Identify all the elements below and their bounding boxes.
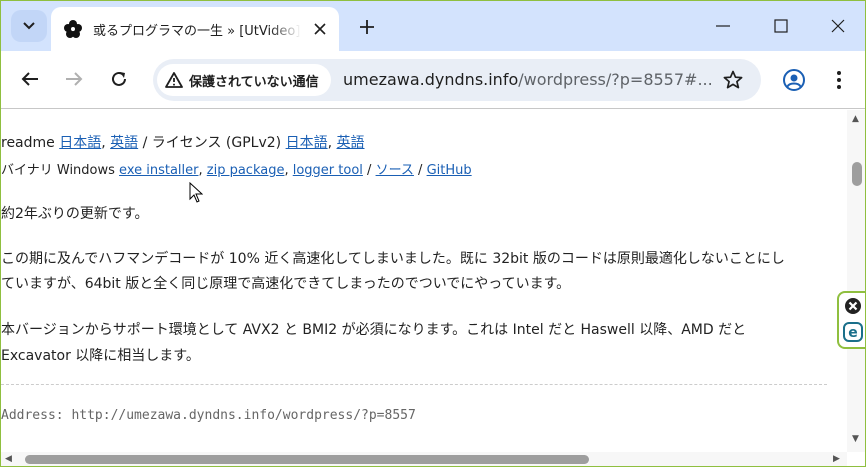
divider (1, 384, 827, 385)
readme-label: readme (1, 135, 60, 151)
url-text[interactable]: umezawa.dyndns.info/wordpress/?p=8557#..… (343, 70, 713, 89)
browser-window: 或るプログラマの一生 » [UtVideo] Ut Video Codec Su… (0, 0, 866, 467)
zip-package-link[interactable]: zip package (207, 163, 285, 178)
reload-icon (112, 71, 126, 86)
plus-icon (360, 20, 374, 34)
horizontal-scroll-thumb[interactable] (25, 455, 589, 464)
more-vert-icon (837, 71, 841, 89)
account-icon (783, 69, 805, 91)
separator: / (362, 163, 376, 178)
vertical-scroll-thumb[interactable] (852, 162, 862, 186)
new-tab-button[interactable] (353, 13, 381, 41)
paragraph-3-line-2: Excavator 以降に相当します。 (1, 348, 200, 364)
paragraph-2-line-2: ていますが、64bit 版と全く同じ原理で高速化できてしまったのでついでにやって… (1, 276, 571, 292)
active-tab[interactable]: 或るプログラマの一生 » [UtVideo] Ut Video Codec Su… (51, 7, 339, 51)
separator: , (327, 135, 337, 151)
paragraph-3-line-1: 本バージョンからサポート環境として AVX2 と BMI2 が必須になります。こ… (1, 322, 747, 338)
close-icon (314, 23, 326, 35)
binary-label: バイナリ Windows (1, 163, 120, 178)
extension-widget[interactable]: e (837, 291, 865, 349)
source-link[interactable]: ソース (376, 163, 414, 178)
tab-title: 或るプログラマの一生 » [UtVideo] Ut Video Codec Su… (93, 24, 301, 38)
profile-button[interactable] (780, 66, 808, 94)
mouse-cursor-icon (189, 182, 203, 203)
close-circle-icon[interactable] (844, 297, 862, 315)
tab-search-button[interactable] (11, 10, 47, 42)
separator: / (413, 163, 427, 178)
minimize-icon (716, 25, 730, 27)
readme-line: readme 日本語, 英語 / ライセンス (GPLv2) 日本語, 英語 (1, 132, 365, 152)
page-content: readme 日本語, 英語 / ライセンス (GPLv2) 日本語, 英語 バ… (1, 110, 847, 452)
bookmark-button[interactable] (721, 68, 745, 92)
vertical-scrollbar[interactable]: ▲ ▼ (847, 110, 865, 452)
exe-installer-link[interactable]: exe installer (119, 163, 198, 178)
security-chip[interactable]: 保護されていない通信 (157, 64, 331, 96)
readme-en-link[interactable]: 英語 (110, 135, 138, 151)
scroll-left-icon[interactable]: ◀ (5, 454, 12, 464)
license-label: / ライセンス (GPLv2) (138, 135, 286, 151)
reload-button[interactable] (104, 64, 134, 94)
tab-close-button[interactable] (309, 18, 331, 40)
maximize-button[interactable] (766, 11, 796, 41)
maximize-icon (774, 19, 788, 33)
address-bar[interactable]: 保護されていない通信 umezawa.dyndns.info/wordpress… (153, 59, 761, 101)
tab-strip: 或るプログラマの一生 » [UtVideo] Ut Video Codec Su… (1, 1, 865, 51)
star-icon (723, 70, 743, 89)
arrow-left-icon (21, 72, 38, 86)
address-text: Address: http://umezawa.dyndns.info/word… (1, 408, 416, 423)
scroll-up-icon[interactable]: ▲ (852, 114, 859, 124)
minimize-button[interactable] (708, 11, 738, 41)
warning-icon (165, 72, 183, 88)
scroll-down-icon[interactable]: ▼ (852, 434, 859, 444)
horizontal-scrollbar[interactable]: ◀ ▶ (1, 452, 847, 466)
window-close-button[interactable] (823, 11, 853, 41)
forward-button[interactable] (59, 64, 89, 94)
url-path: /wordpress/?p=8557#... (518, 70, 713, 89)
url-host: umezawa.dyndns.info (343, 70, 519, 89)
chevron-down-icon (23, 22, 35, 30)
binary-line: バイナリ Windows exe installer, zip package,… (1, 159, 472, 178)
svg-text:e: e (848, 325, 858, 341)
back-button[interactable] (15, 64, 45, 94)
paragraph-2-line-1: この期に及んでハフマンデコードが 10% 近く高速化してしまいました。既に 32… (1, 251, 785, 267)
separator: , (284, 163, 293, 178)
separator: , (101, 135, 111, 151)
extension-e-icon[interactable]: e (843, 322, 863, 342)
readme-ja-link[interactable]: 日本語 (59, 135, 101, 151)
paragraph-1: 約2年ぶりの更新です。 (1, 206, 149, 222)
scroll-right-icon[interactable]: ▶ (833, 454, 840, 464)
toolbar: 保護されていない通信 umezawa.dyndns.info/wordpress… (1, 51, 865, 109)
license-en-link[interactable]: 英語 (337, 135, 365, 151)
menu-button[interactable] (827, 66, 851, 94)
security-label: 保護されていない通信 (189, 74, 319, 90)
flower-icon (64, 20, 82, 38)
logger-tool-link[interactable]: logger tool (293, 163, 363, 178)
close-icon (831, 19, 845, 33)
arrow-right-icon (66, 72, 83, 86)
github-link[interactable]: GitHub (427, 163, 472, 178)
separator: , (198, 163, 207, 178)
license-ja-link[interactable]: 日本語 (286, 135, 328, 151)
